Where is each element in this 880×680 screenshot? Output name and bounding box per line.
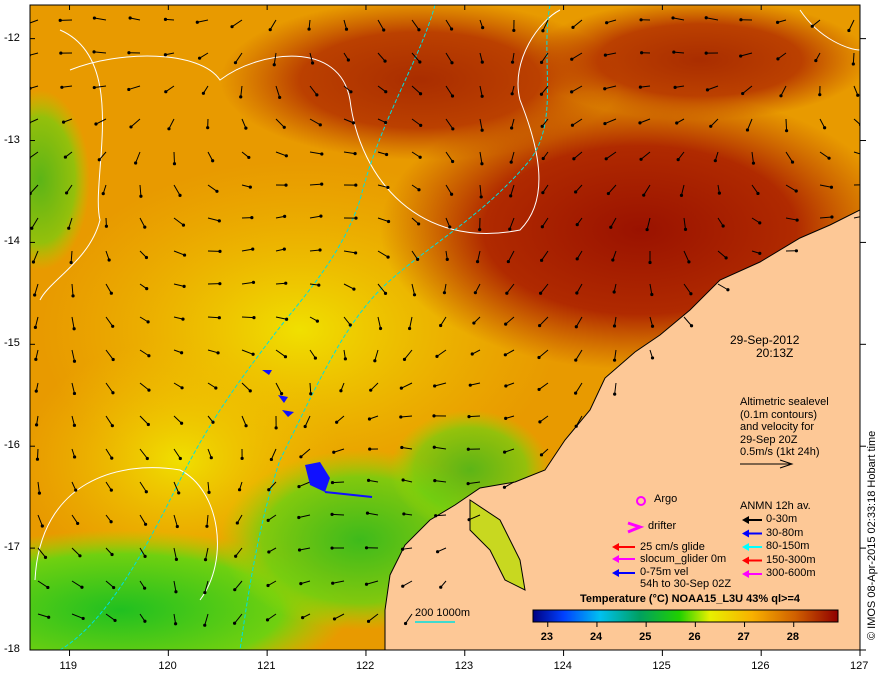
colorbar-title: Temperature (°C) NOAA15_L3U 43% ql>=4: [580, 593, 800, 605]
time-label: 20:13Z: [756, 346, 794, 360]
anmn-title: ANMN 12h av.: [740, 500, 811, 512]
argo-label: Argo: [654, 493, 678, 505]
colorbar: [532, 609, 839, 623]
lat-label: -12: [4, 31, 20, 44]
colorbar-tick-label: 25: [639, 631, 652, 643]
altimetry-line: Altimetric sealevel: [740, 396, 829, 408]
anmn-label: 30-80m: [766, 526, 804, 539]
lon-label: 119: [59, 660, 78, 672]
lat-label: -18: [4, 643, 20, 655]
altimetry-line: 0.5m/s (1kt 24h): [740, 446, 820, 458]
lon-label: 122: [355, 660, 375, 672]
altimetry-note: Altimetric sealevel (0.1m contours) and …: [740, 396, 829, 459]
glide-label: 25 cm/s glide: [640, 541, 705, 553]
altimetry-line: 29-Sep 20Z: [740, 433, 798, 446]
credit-label: © IMOS 08-Apr-2015 02:33:18 Hobart time: [866, 430, 878, 640]
lon-label: 127: [850, 660, 869, 672]
vel-label: 0-75m vel: [640, 566, 689, 578]
slocum-label: slocum_glider 0m: [640, 553, 727, 565]
lat-label: -16: [4, 439, 20, 452]
altimetry-line: and velocity for: [740, 421, 814, 433]
vel-period-label: 54h to 30-Sep 02Z: [640, 578, 732, 590]
lat-label: -15: [4, 337, 20, 350]
date-label: 29-Sep-2012: [730, 333, 800, 347]
colorbar-tick-label: 24: [589, 631, 603, 643]
colorbar-tick-label: 26: [688, 631, 701, 643]
colorbar-tick-label: 28: [786, 631, 799, 643]
anmn-label: 80-150m: [766, 540, 810, 552]
lon-label: 124: [553, 660, 572, 672]
lat-label: -14: [4, 235, 20, 248]
lat-label: -13: [4, 133, 20, 146]
altimetry-line: (0.1m contours): [740, 408, 818, 421]
lon-label: 125: [652, 660, 671, 672]
colorbar-tick-label: 23: [540, 631, 553, 643]
isobath-label: 200 1000m: [415, 607, 471, 619]
anmn-label: 150-300m: [766, 553, 816, 566]
colorbar-tick-label: 27: [737, 631, 750, 643]
lon-label: 121: [257, 660, 276, 672]
lon-label: 123: [454, 660, 474, 672]
drifter-label: drifter: [648, 520, 677, 532]
lon-label: 120: [158, 660, 177, 672]
anmn-label: 0-30m: [766, 513, 798, 525]
anmn-label: 300-600m: [766, 567, 816, 579]
lon-label: 126: [751, 660, 770, 672]
lat-label: -17: [4, 541, 20, 554]
